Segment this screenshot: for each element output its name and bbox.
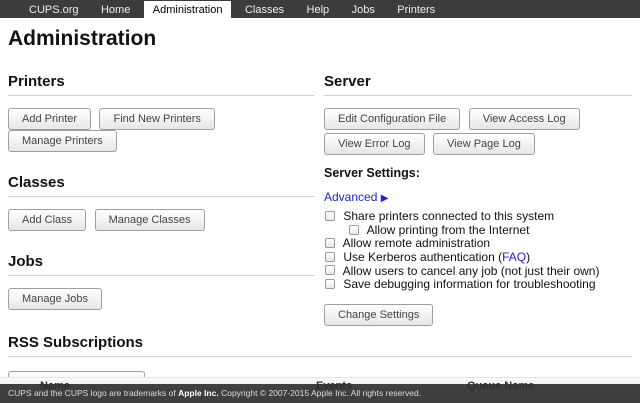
change-settings-row: Change Settings <box>324 304 632 326</box>
nav-help[interactable]: Help <box>298 1 339 19</box>
printers-section-title: Printers <box>8 73 314 96</box>
rss-section-title: RSS Subscriptions <box>8 334 632 357</box>
view-access-log-button[interactable]: View Access Log <box>469 108 580 130</box>
nav-administration[interactable]: Administration <box>144 1 232 19</box>
server-section-title: Server <box>324 73 632 96</box>
manage-classes-button[interactable]: Manage Classes <box>95 209 205 231</box>
add-printer-button[interactable]: Add Printer <box>8 108 91 130</box>
footer-copyright-text: Copyright © 2007-2015 Apple Inc. All rig… <box>219 388 421 398</box>
right-column: Server Edit Configuration File View Acce… <box>324 51 632 326</box>
cups-admin-page: CUPS.org Home Administration Classes Hel… <box>0 0 640 403</box>
jobs-buttons: Manage Jobs <box>8 288 314 310</box>
nav-classes[interactable]: Classes <box>236 1 293 19</box>
advanced-link-label: Advanced <box>324 190 377 204</box>
classes-section-title: Classes <box>8 174 314 197</box>
allow-internet-printing-label: Allow printing from the Internet <box>367 223 530 237</box>
manage-printers-button[interactable]: Manage Printers <box>8 130 117 152</box>
footer: CUPS and the CUPS logo are trademarks of… <box>0 384 640 403</box>
share-printers-checkbox[interactable] <box>325 211 335 221</box>
footer-apple-bold: Apple Inc. <box>178 388 219 398</box>
jobs-section-title: Jobs <box>8 253 314 276</box>
view-error-log-button[interactable]: View Error Log <box>324 133 425 155</box>
save-debug-info-label: Save debugging information for troublesh… <box>343 277 595 291</box>
cancel-any-job-row: Allow users to cancel any job (not just … <box>324 265 632 279</box>
kerberos-label-pre: Use Kerberos authentication ( <box>343 250 502 264</box>
classes-buttons: Add Class Manage Classes <box>8 209 314 231</box>
view-page-log-button[interactable]: View Page Log <box>433 133 535 155</box>
save-debug-info-checkbox[interactable] <box>325 279 335 289</box>
remote-administration-label: Allow remote administration <box>343 236 490 250</box>
nav-cups-org[interactable]: CUPS.org <box>20 1 88 19</box>
nav-printers[interactable]: Printers <box>388 1 444 19</box>
share-printers-row: Share printers connected to this system <box>324 210 632 224</box>
cancel-any-job-label: Allow users to cancel any job (not just … <box>343 264 600 278</box>
save-debug-row: Save debugging information for troublesh… <box>324 278 632 292</box>
advanced-link[interactable]: Advanced ▶ <box>324 190 388 204</box>
page-title: Administration <box>8 27 632 51</box>
nav-home[interactable]: Home <box>92 1 139 19</box>
kerberos-label-post: ) <box>526 250 530 264</box>
faq-link[interactable]: FAQ <box>502 250 526 264</box>
add-class-button[interactable]: Add Class <box>8 209 86 231</box>
server-settings-checkboxes: Share printers connected to this system … <box>324 210 632 292</box>
cancel-any-job-checkbox[interactable] <box>325 265 335 275</box>
kerberos-authentication-checkbox[interactable] <box>325 252 335 262</box>
nav-jobs[interactable]: Jobs <box>343 1 384 19</box>
left-column: Printers Add Printer Find New Printers M… <box>8 51 314 326</box>
server-buttons-row2: View Error Log View Page Log <box>324 133 632 155</box>
share-printers-label: Share printers connected to this system <box>343 209 554 223</box>
printers-buttons: Add Printer Find New Printers Manage Pri… <box>8 108 314 152</box>
advanced-arrow-icon: ▶ <box>381 193 389 204</box>
kerberos-row: Use Kerberos authentication (FAQ) <box>324 251 632 265</box>
change-settings-button[interactable]: Change Settings <box>324 304 433 326</box>
allow-internet-printing-checkbox[interactable] <box>349 225 359 235</box>
server-settings-label: Server Settings: <box>324 166 632 180</box>
server-buttons-row1: Edit Configuration File View Access Log <box>324 108 632 130</box>
edit-configuration-file-button[interactable]: Edit Configuration File <box>324 108 460 130</box>
allow-internet-row: Allow printing from the Internet <box>348 224 632 238</box>
main-columns: Printers Add Printer Find New Printers M… <box>0 51 640 326</box>
remote-admin-row: Allow remote administration <box>324 237 632 251</box>
footer-trademark-text: CUPS and the CUPS logo are trademarks of <box>8 388 178 398</box>
manage-jobs-button[interactable]: Manage Jobs <box>8 288 102 310</box>
remote-administration-checkbox[interactable] <box>325 238 335 248</box>
top-navbar: CUPS.org Home Administration Classes Hel… <box>0 0 640 18</box>
find-new-printers-button[interactable]: Find New Printers <box>99 108 214 130</box>
